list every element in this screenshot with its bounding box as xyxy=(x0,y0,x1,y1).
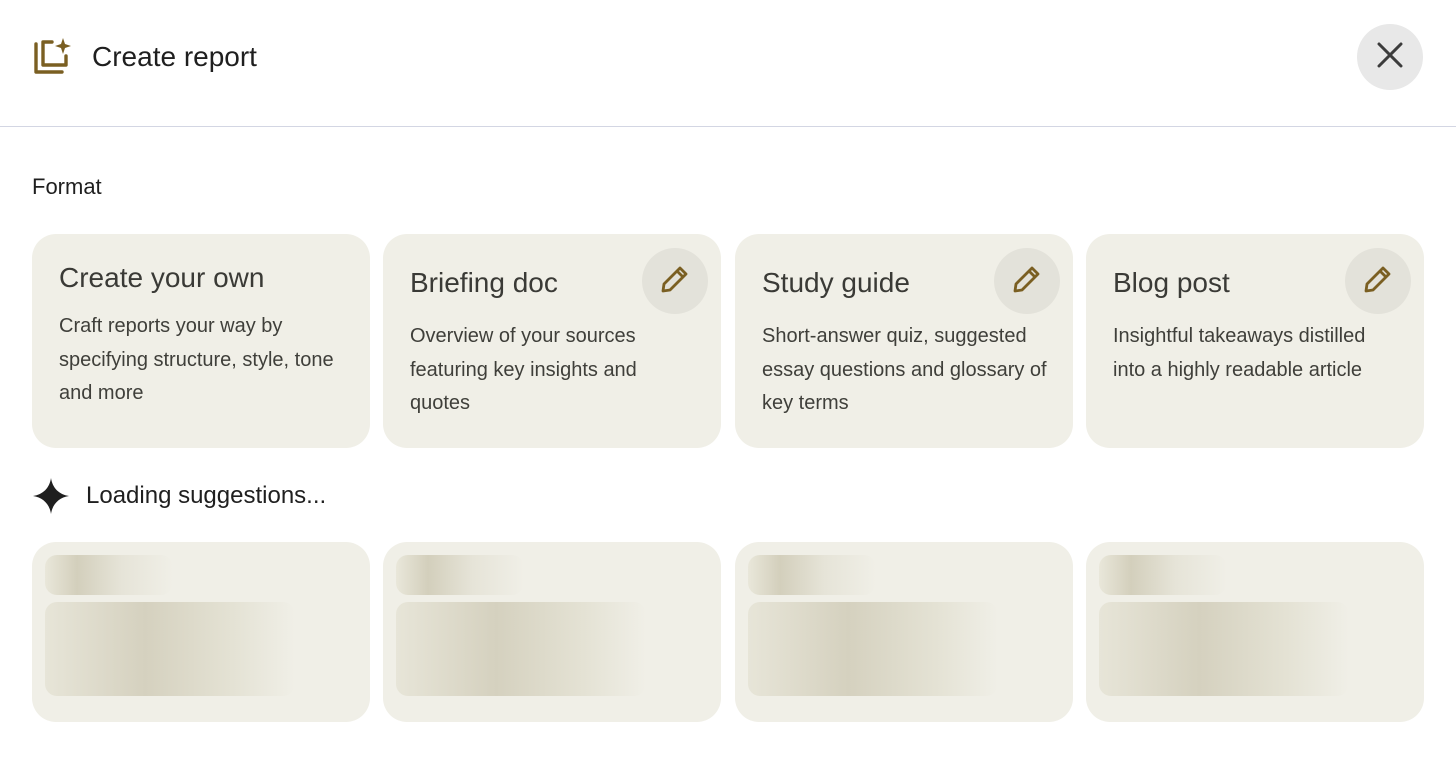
edit-button[interactable] xyxy=(1345,248,1411,314)
card-description: Overview of your sources featuring key i… xyxy=(410,325,637,414)
skeleton-title-bar xyxy=(396,555,524,595)
card-description: Insightful takeaways distilled into a hi… xyxy=(1113,325,1366,381)
skeleton-title-bar xyxy=(45,555,173,595)
skeleton-body-block xyxy=(748,602,998,696)
create-report-dialog: Create report Format Create your own Cra… xyxy=(0,0,1456,780)
card-description: Craft reports your way by specifying str… xyxy=(59,315,334,404)
format-card-blog-post[interactable]: Blog post Insightful takeaways distilled… xyxy=(1086,234,1424,448)
dialog-header: Create report xyxy=(0,0,1456,127)
loading-text: Loading suggestions... xyxy=(86,482,327,509)
skeleton-body-block xyxy=(45,602,295,696)
report-sparkle-icon xyxy=(32,36,72,76)
suggestion-placeholder-card xyxy=(735,542,1073,722)
skeleton-body-block xyxy=(396,602,646,696)
card-title: Blog post xyxy=(1113,267,1230,298)
loading-suggestions: Loading suggestions... xyxy=(32,476,326,516)
pencil-icon xyxy=(660,264,690,299)
edit-button[interactable] xyxy=(994,248,1060,314)
card-title: Create your own xyxy=(59,262,265,293)
suggestion-placeholder-card xyxy=(1086,542,1424,722)
format-card-briefing-doc[interactable]: Briefing doc Overview of your sources fe… xyxy=(383,234,721,448)
skeleton-body-block xyxy=(1099,602,1349,696)
card-title: Briefing doc xyxy=(410,267,558,298)
skeleton-title-bar xyxy=(1099,555,1227,595)
format-label: Format xyxy=(32,174,102,199)
pencil-icon xyxy=(1363,264,1393,299)
edit-button[interactable] xyxy=(642,248,708,314)
card-title: Study guide xyxy=(762,267,910,298)
skeleton-title-bar xyxy=(748,555,876,595)
suggestion-placeholder-card xyxy=(32,542,370,722)
format-card-create-your-own[interactable]: Create your own Craft reports your way b… xyxy=(32,234,370,448)
format-card-study-guide[interactable]: Study guide Short-answer quiz, suggested… xyxy=(735,234,1073,448)
pencil-icon xyxy=(1012,264,1042,299)
suggestion-placeholder-card xyxy=(383,542,721,722)
card-description: Short-answer quiz, suggested essay quest… xyxy=(762,325,1047,414)
close-icon xyxy=(1377,42,1403,73)
sparkle-icon xyxy=(32,477,70,515)
close-button[interactable] xyxy=(1357,24,1423,90)
dialog-title: Create report xyxy=(92,41,257,72)
